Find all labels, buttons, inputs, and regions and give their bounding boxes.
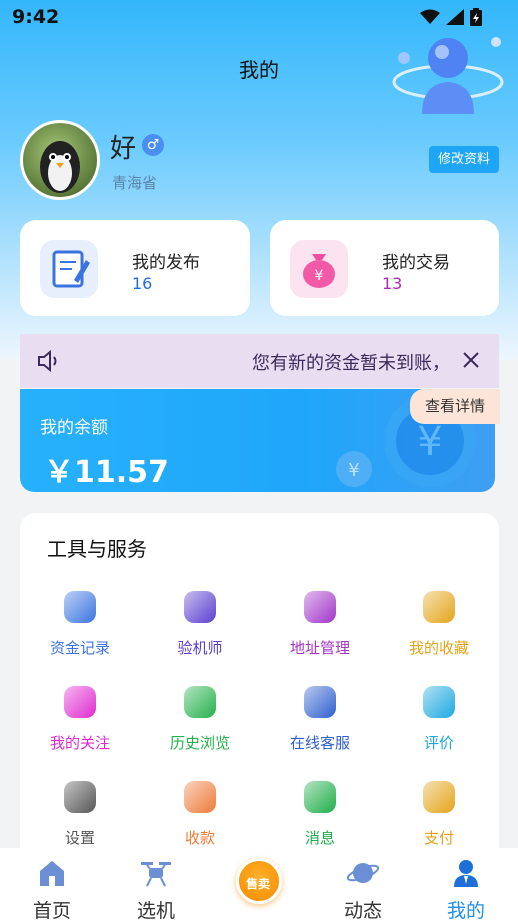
tab-home-label: 首页 <box>32 900 71 921</box>
tool-receive[interactable]: 收款 <box>150 781 250 848</box>
tool-label: 我的关注 <box>49 734 110 752</box>
my-posts-count: 16 <box>132 274 153 293</box>
sell-label: 售卖 <box>246 877 271 891</box>
svg-text:¥: ¥ <box>348 460 359 481</box>
tab-home[interactable]: 首页 <box>2 848 102 921</box>
status-time: 9:42 <box>12 6 60 28</box>
tool-history[interactable]: 历史浏览 <box>150 686 250 753</box>
tool-cube[interactable]: 验机师 <box>150 591 250 658</box>
tab-feed-label: 动态 <box>343 900 382 921</box>
penguin-avatar-icon <box>40 141 80 193</box>
follow-icon <box>64 686 96 718</box>
drone-icon <box>141 862 171 887</box>
mascot-illustration <box>392 37 504 114</box>
tools-panel: 工具与服务 资金记录 验机师 地址管理 我的收藏我的关注 历史浏览 在线客服 评价设置 收款 消… <box>20 513 499 873</box>
message-icon <box>304 781 336 813</box>
pay-icon <box>423 781 455 813</box>
tab-select[interactable]: 选机 <box>106 848 206 921</box>
tool-label: 我的收藏 <box>408 639 469 657</box>
tool-wallet-record[interactable]: 资金记录 <box>30 591 130 658</box>
my-posts-card[interactable]: 我的发布 16 <box>20 220 250 316</box>
my-trades-card[interactable]: ¥ 我的交易 13 <box>270 220 499 316</box>
posts-icon <box>40 240 98 298</box>
service-icon <box>304 686 336 718</box>
tools-title: 工具与服务 <box>47 537 147 561</box>
receive-icon <box>184 781 216 813</box>
tool-label: 历史浏览 <box>169 734 230 752</box>
money-bag-icon: ¥ <box>290 240 348 298</box>
male-gender-icon: ♂ <box>142 134 164 156</box>
battery-icon <box>470 8 482 26</box>
user-province: 青海省 <box>112 174 158 192</box>
tab-me-label: 我的 <box>446 900 485 921</box>
notice-bar[interactable]: 您有新的资金暂未到账， <box>20 334 499 388</box>
tool-label: 地址管理 <box>289 639 350 657</box>
tab-me[interactable]: 我的 <box>416 848 516 921</box>
tab-feed[interactable]: 动态 <box>313 848 413 921</box>
view-details-button[interactable]: 查看详情 <box>410 389 500 424</box>
username: 好 <box>110 134 137 164</box>
tool-follow[interactable]: 我的关注 <box>30 686 130 753</box>
tab-select-label: 选机 <box>136 900 175 921</box>
tool-label: 验机师 <box>177 639 223 657</box>
address-icon <box>304 591 336 623</box>
tool-label: 消息 <box>304 829 335 847</box>
tool-address[interactable]: 地址管理 <box>270 591 370 658</box>
tool-pay[interactable]: 支付 <box>389 781 489 848</box>
tool-label: 支付 <box>423 829 454 847</box>
edit-profile-button[interactable]: 修改资料 <box>429 146 499 173</box>
notice-text: 您有新的资金暂未到账， <box>252 353 450 374</box>
my-trades-label: 我的交易 <box>382 253 450 273</box>
tool-label: 评价 <box>423 734 454 752</box>
tool-message[interactable]: 消息 <box>270 781 370 848</box>
planet-icon <box>346 863 380 883</box>
balance-amount: ￥11.57 <box>44 455 169 490</box>
signal-icon <box>446 9 464 25</box>
my-trades-count: 13 <box>382 274 403 293</box>
tool-label: 设置 <box>64 829 95 847</box>
svg-text:¥: ¥ <box>417 419 442 465</box>
settings-icon <box>64 781 96 813</box>
wallet-record-icon <box>64 591 96 623</box>
avatar[interactable] <box>20 120 100 200</box>
history-icon <box>184 686 216 718</box>
tool-label: 收款 <box>184 829 215 847</box>
close-icon[interactable] <box>461 350 481 370</box>
cube-icon <box>184 591 216 623</box>
tool-service[interactable]: 在线客服 <box>270 686 370 753</box>
speaker-icon <box>38 349 57 373</box>
review-icon <box>423 686 455 718</box>
tool-review[interactable]: 评价 <box>389 686 489 753</box>
balance-label: 我的余额 <box>40 418 108 438</box>
svg-text:¥: ¥ <box>315 268 324 284</box>
tool-label: 资金记录 <box>49 639 110 657</box>
tool-settings[interactable]: 设置 <box>30 781 130 848</box>
profile-icon <box>454 860 478 887</box>
home-icon <box>40 861 64 886</box>
wifi-icon <box>420 9 440 24</box>
sell-button[interactable]: 售卖 <box>236 858 282 904</box>
tool-label: 在线客服 <box>289 734 350 752</box>
tool-favorite[interactable]: 我的收藏 <box>389 591 489 658</box>
my-posts-label: 我的发布 <box>132 253 200 273</box>
favorite-icon <box>423 591 455 623</box>
